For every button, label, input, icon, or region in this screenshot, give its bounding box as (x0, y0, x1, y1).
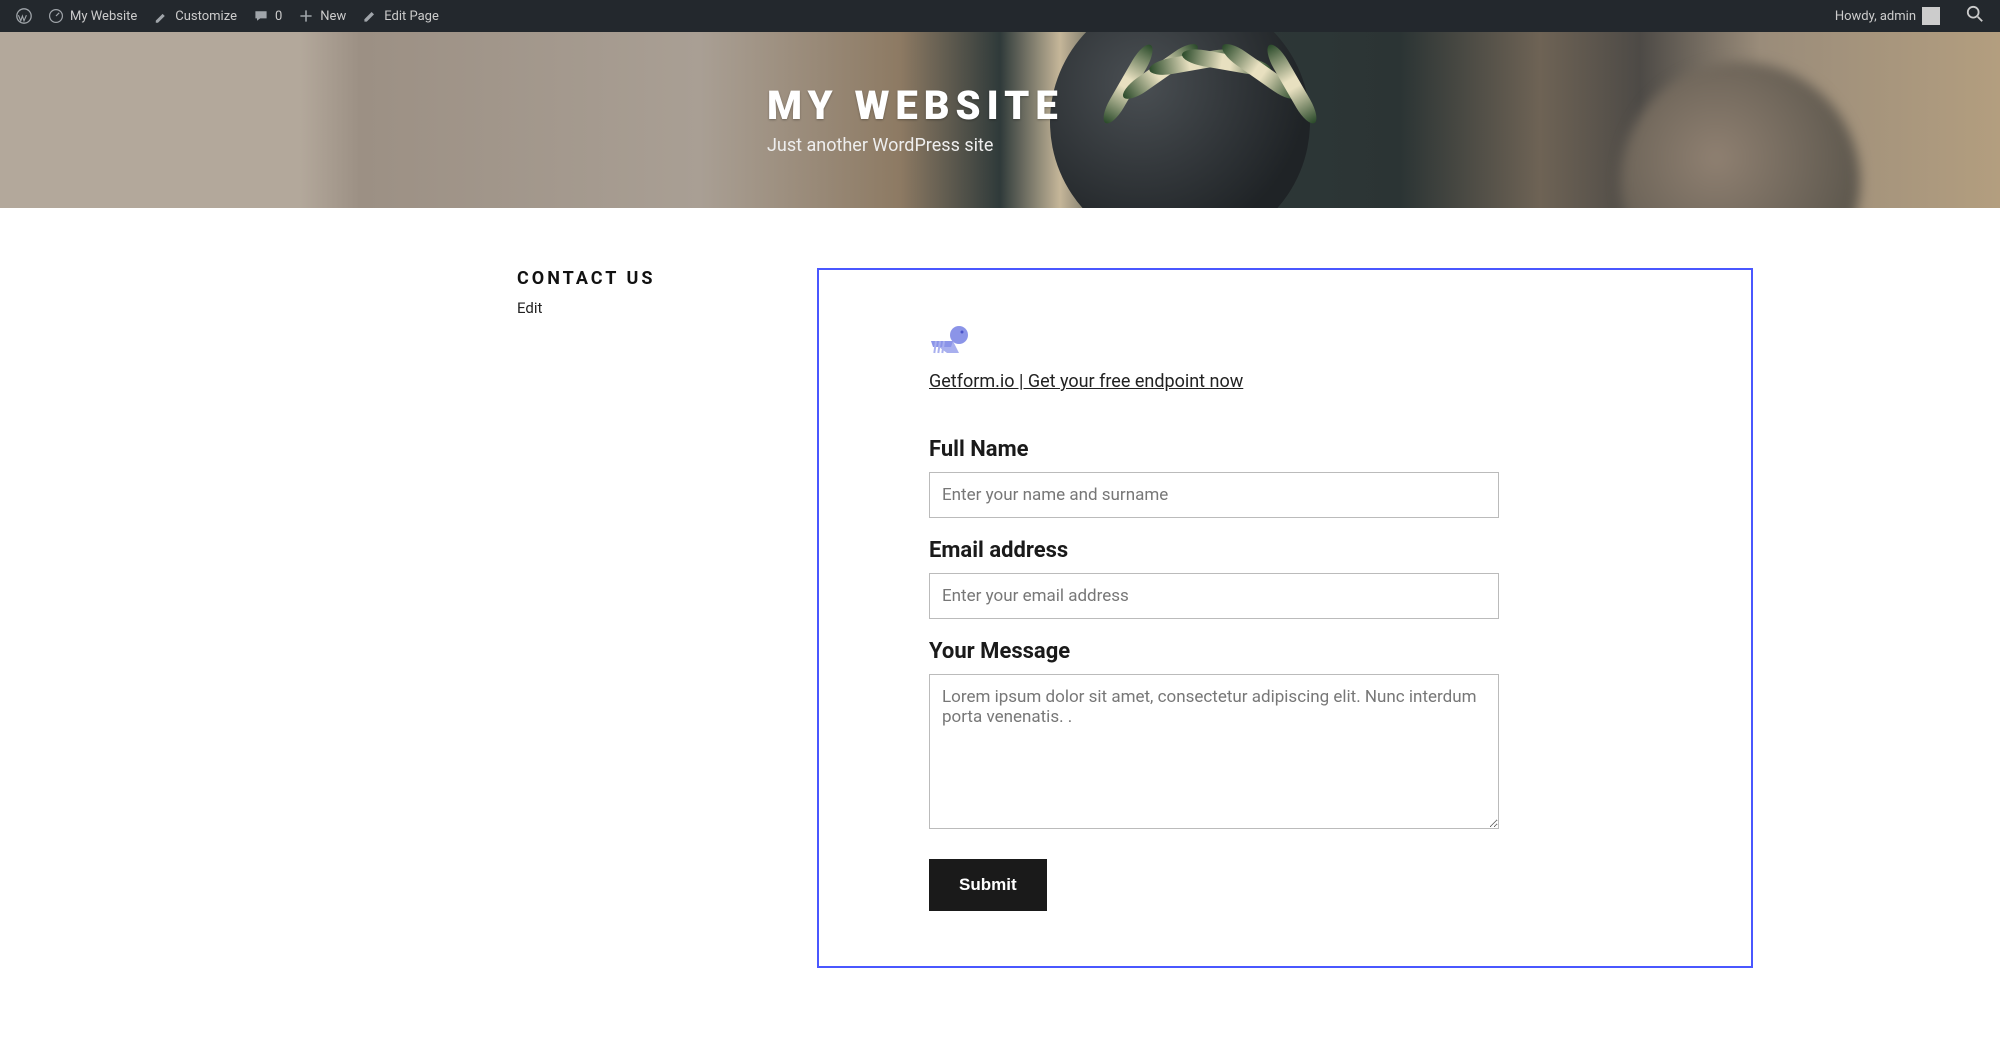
wp-logo-menu[interactable] (8, 0, 40, 32)
howdy-label: Howdy, admin (1835, 9, 1916, 24)
gutenberg-selected-block[interactable]: Getform.io | Get your free endpoint now … (817, 268, 1753, 968)
email-input[interactable] (929, 573, 1499, 619)
comments-link[interactable]: 0 (245, 0, 290, 32)
message-label: Your Message (929, 639, 1641, 664)
name-input[interactable] (929, 472, 1499, 518)
form-group-message: Your Message (929, 639, 1641, 833)
site-name-label: My Website (70, 9, 137, 24)
plus-icon (298, 8, 314, 24)
site-header: MY WEBSITE Just another WordPress site (0, 32, 2000, 208)
new-label: New (320, 9, 346, 24)
hero-text: MY WEBSITE Just another WordPress site (250, 32, 1750, 156)
brush-icon (153, 8, 169, 24)
page-title: CONTACT US (517, 268, 777, 289)
admin-search-button[interactable] (1958, 5, 1992, 27)
edit-page-label: Edit Page (384, 9, 439, 24)
getform-link[interactable]: Getform.io | Get your free endpoint now (929, 371, 1243, 392)
customize-link[interactable]: Customize (145, 0, 245, 32)
form-group-name: Full Name (929, 437, 1641, 518)
message-textarea[interactable] (929, 674, 1499, 829)
bird-icon (929, 325, 975, 359)
pencil-icon (362, 8, 378, 24)
wp-admin-bar: My Website Customize 0 New Edit Page How… (0, 0, 2000, 32)
dashboard-icon (48, 8, 64, 24)
submit-button[interactable]: Submit (929, 859, 1047, 911)
form-group-email: Email address (929, 538, 1641, 619)
my-account-link[interactable]: Howdy, admin (1827, 0, 1948, 32)
name-label: Full Name (929, 437, 1641, 462)
email-label: Email address (929, 538, 1641, 563)
site-title[interactable]: MY WEBSITE (767, 82, 1750, 129)
new-content-link[interactable]: New (290, 0, 354, 32)
getform-logo-row (929, 325, 1641, 363)
admin-bar-right: Howdy, admin (1827, 0, 1992, 32)
page-sidebar: CONTACT US Edit (517, 268, 817, 968)
customize-label: Customize (175, 9, 237, 24)
edit-link[interactable]: Edit (517, 299, 777, 317)
comments-count: 0 (275, 9, 282, 24)
site-tagline: Just another WordPress site (767, 135, 1750, 156)
admin-bar-left: My Website Customize 0 New Edit Page (8, 0, 447, 32)
page-content: CONTACT US Edit Getform.io | Get your fr… (0, 208, 2000, 1048)
wordpress-icon (16, 8, 32, 24)
site-name-menu[interactable]: My Website (40, 0, 145, 32)
avatar (1922, 7, 1940, 25)
search-icon (1966, 5, 1984, 23)
comment-icon (253, 8, 269, 24)
edit-page-link[interactable]: Edit Page (354, 0, 447, 32)
